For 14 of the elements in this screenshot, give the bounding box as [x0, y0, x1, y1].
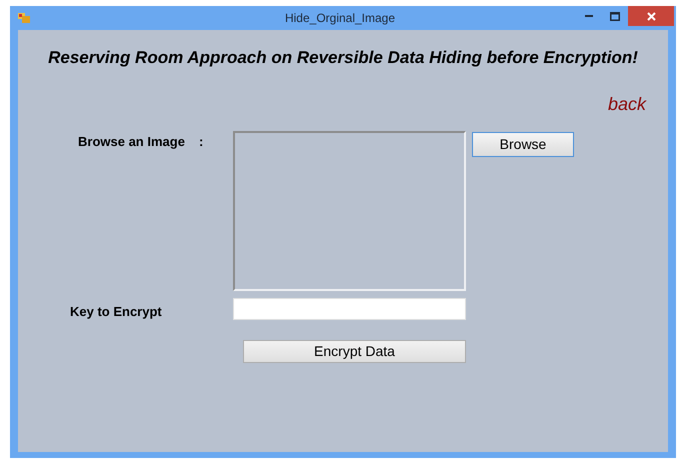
key-label: Key to Encrypt: [70, 304, 162, 318]
heading: Reserving Room Approach on Reversible Data Hiding before Encryption!: [47, 47, 639, 69]
maximize-icon: [610, 12, 620, 20]
browse-label: Browse an Image: [78, 132, 185, 148]
minimize-icon: [585, 15, 593, 17]
key-input-field[interactable]: [233, 298, 466, 320]
encrypt-data-button[interactable]: Encrypt Data: [243, 340, 466, 362]
back-link[interactable]: back: [608, 90, 646, 118]
close-icon: [646, 12, 656, 20]
close-button[interactable]: [628, 6, 674, 26]
app-icon: [18, 13, 30, 23]
window-title: Hide_Orginal_Image: [284, 10, 396, 27]
browse-button[interactable]: Browse: [472, 132, 574, 156]
colon: :: [198, 132, 204, 148]
